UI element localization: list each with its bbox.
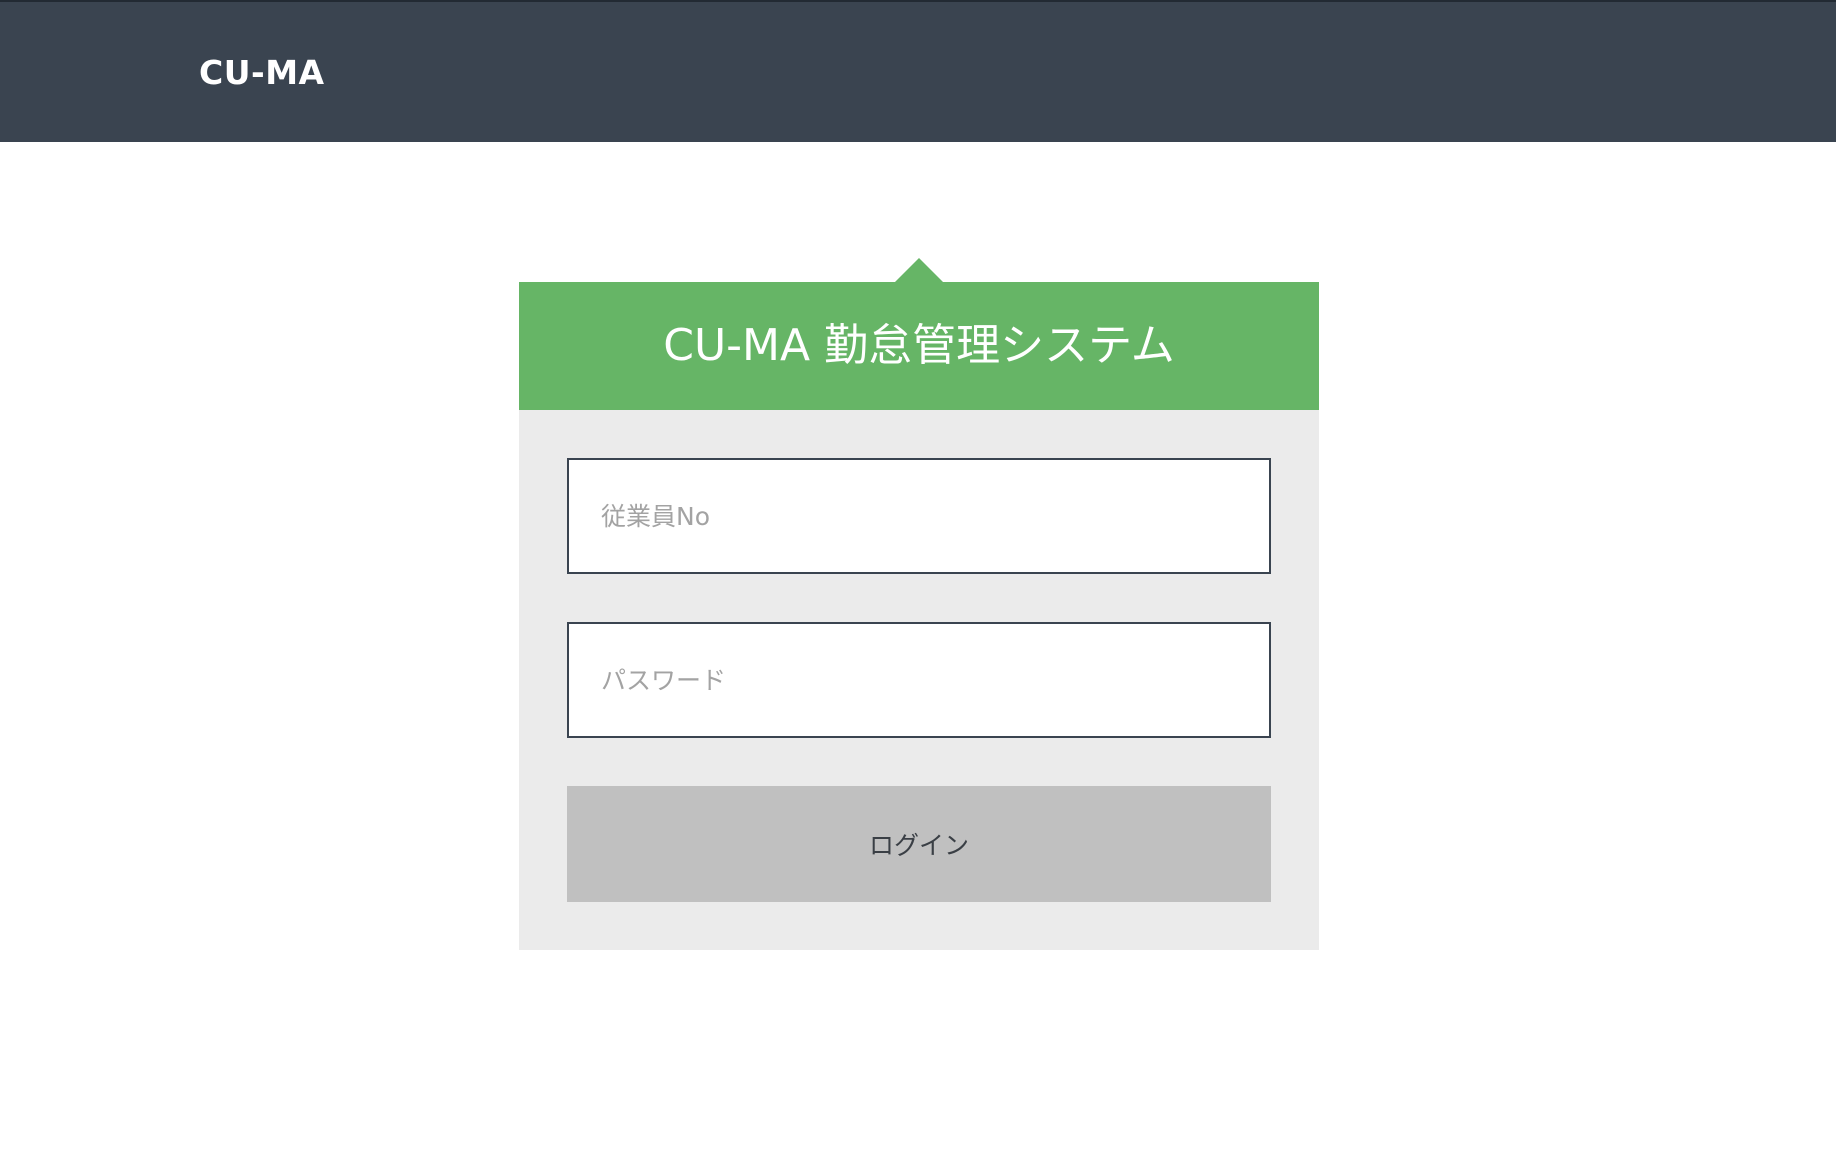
employee-no-input[interactable] [567, 458, 1271, 574]
login-card: CU-MA 勤怠管理システム ログイン [519, 258, 1319, 950]
page-title: CU-MA 勤怠管理システム [663, 320, 1175, 371]
top-navbar: CU-MA [0, 0, 1836, 142]
brand-logo[interactable]: CU-MA [199, 48, 325, 98]
login-button[interactable]: ログイン [567, 786, 1271, 902]
login-card-header: CU-MA 勤怠管理システム [519, 258, 1319, 410]
password-input[interactable] [567, 622, 1271, 738]
header-notch [895, 258, 943, 282]
